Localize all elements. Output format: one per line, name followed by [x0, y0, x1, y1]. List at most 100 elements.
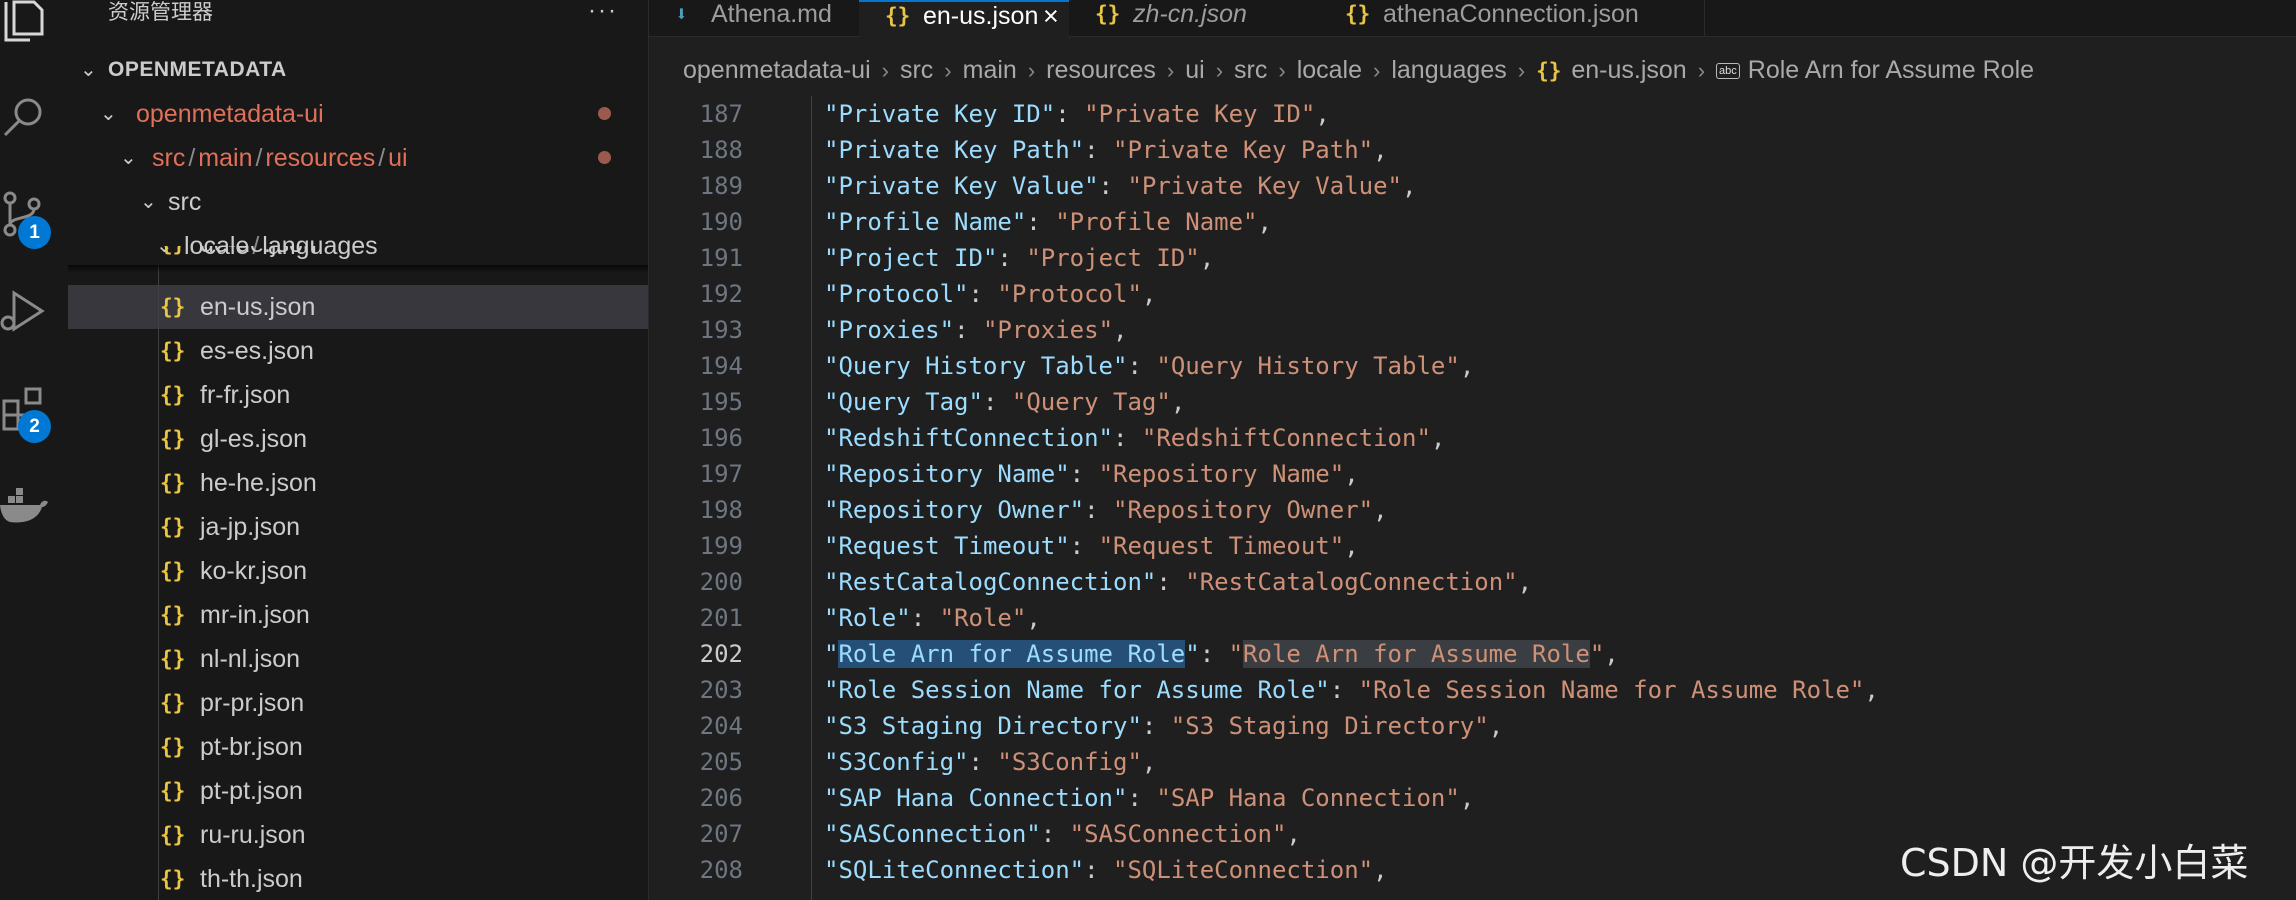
- breadcrumb-item[interactable]: main: [963, 56, 1017, 84]
- breadcrumb-file[interactable]: en-us.json: [1571, 56, 1686, 84]
- tab-athena-md[interactable]: ⬇ Athena.md: [649, 0, 860, 36]
- value-quote: ": [1243, 208, 1258, 236]
- code-editor[interactable]: 187 "Private Key ID": "Private Key ID", 18…: [649, 96, 2296, 900]
- breadcrumb: openmetadata-ui › src › main › resources › ui › sr…: [683, 50, 2034, 90]
- breadcrumb-symbol[interactable]: Role Arn for Assume Role: [1748, 56, 2034, 84]
- breadcrumb-item[interactable]: locale: [1297, 56, 1362, 84]
- markdown-icon: ⬇: [675, 2, 688, 26]
- folder-label: src / main / resources / ui: [152, 144, 408, 172]
- json-value: Private Key Path: [1127, 136, 1359, 164]
- file-item[interactable]: {} de-de.json: [68, 246, 648, 266]
- file-item[interactable]: {} nl-nl.json: [68, 637, 648, 681]
- file-item[interactable]: {} pt-pt.json: [68, 769, 648, 813]
- code-text: "Repository Name": "Repository Name",: [824, 456, 1359, 492]
- code-line[interactable]: 201 "Role": "Role",: [649, 600, 2296, 636]
- code-line[interactable]: 202 "Role Arn for Assume Role": "Role Arn…: [649, 636, 2296, 672]
- file-item[interactable]: {} ko-kr.json: [68, 549, 648, 593]
- code-line[interactable]: 203 "Role Session Name for Assume Role": …: [649, 672, 2296, 708]
- code-line[interactable]: 200 "RestCatalogConnection": "RestCatalog…: [649, 564, 2296, 600]
- code-text: "Query Tag": "Query Tag",: [824, 384, 1185, 420]
- line-number: 205: [699, 748, 743, 776]
- value-quote: ": [1358, 496, 1374, 524]
- json-key: Role: [838, 604, 897, 632]
- file-item[interactable]: {} en-us.json: [68, 285, 648, 329]
- code-line[interactable]: 191 "Project ID": "Project ID",: [649, 240, 2296, 276]
- json-value: Request Timeout: [1113, 532, 1330, 560]
- close-icon[interactable]: ×: [1043, 2, 1059, 30]
- value-quote: ": [1329, 532, 1345, 560]
- breadcrumb-item[interactable]: ui: [1185, 56, 1204, 84]
- file-item[interactable]: {} pr-pr.json: [68, 681, 648, 725]
- code-text: "Role Arn for Assume Role": "Role Arn fo…: [824, 636, 1619, 672]
- breadcrumb-item[interactable]: languages: [1391, 56, 1506, 84]
- json-key: S3Config: [838, 748, 955, 776]
- key-quote: ": [954, 748, 969, 776]
- breadcrumb-item[interactable]: resources: [1046, 56, 1156, 84]
- tree-root-openmetadata[interactable]: ⌄ OPENMETADATA: [68, 48, 648, 92]
- code-line[interactable]: 188 "Private Key Path": "Private Key Path…: [649, 132, 2296, 168]
- code-line[interactable]: 189 "Private Key Value": "Private Key Val…: [649, 168, 2296, 204]
- code-line[interactable]: 197 "Repository Name": "Repository Name",: [649, 456, 2296, 492]
- docker-icon[interactable]: [0, 482, 50, 532]
- tree-folder-openmetadata-ui[interactable]: ⌄ openmetadata-ui: [68, 92, 648, 136]
- code-text: "S3Config": "S3Config",: [824, 744, 1156, 780]
- tab-athenaconnection-json[interactable]: {} athenaConnection.json: [1319, 0, 1705, 36]
- breadcrumb-item[interactable]: src: [900, 56, 933, 84]
- key-quote: ": [824, 208, 839, 236]
- json-icon: {}: [160, 559, 186, 583]
- chevron-down-icon: ⌄: [80, 59, 97, 81]
- tree-folder-src-main-resources-ui[interactable]: ⌄ src / main / resources / ui: [68, 136, 648, 180]
- line-number: 198: [699, 496, 743, 524]
- file-item[interactable]: {} fr-fr.json: [68, 373, 648, 417]
- tab-zh-cn-json[interactable]: {} zh-cn.json: [1069, 0, 1320, 36]
- comma: ,: [1344, 460, 1359, 488]
- file-item[interactable]: {} th-th.json: [68, 857, 648, 900]
- code-line[interactable]: 206 "SAP Hana Connection": "SAP Hana Conn…: [649, 780, 2296, 816]
- code-line[interactable]: 196 "RedshiftConnection": "RedshiftConnec…: [649, 420, 2296, 456]
- colon: :: [954, 316, 983, 344]
- colon: :: [968, 748, 998, 776]
- file-item[interactable]: {} mr-in.json: [68, 593, 648, 637]
- json-key: Private Key ID: [838, 100, 1041, 128]
- value-quote: ": [1011, 604, 1027, 632]
- file-item[interactable]: {} ja-jp.json: [68, 505, 648, 549]
- search-icon[interactable]: [0, 92, 50, 142]
- file-item[interactable]: {} he-he.json: [68, 461, 648, 505]
- breadcrumb-item[interactable]: src: [1234, 56, 1267, 84]
- explorer-sidebar: 资源管理器 ··· ⌄ OPENMETADATA ⌄ openmetadata-…: [68, 0, 649, 900]
- json-key: Private Key Path: [838, 136, 1070, 164]
- file-item[interactable]: {} es-es.json: [68, 329, 648, 373]
- code-line[interactable]: 194 "Query History Table": "Query History…: [649, 348, 2296, 384]
- value-quote: ": [1358, 136, 1374, 164]
- files-icon[interactable]: [0, 0, 50, 50]
- code-line[interactable]: 199 "Request Timeout": "Request Timeout",: [649, 528, 2296, 564]
- comma: ,: [1488, 712, 1504, 740]
- file-label: gl-es.json: [200, 425, 307, 453]
- breadcrumb-item[interactable]: openmetadata-ui: [683, 56, 871, 84]
- code-line[interactable]: 205 "S3Config": "S3Config",: [649, 744, 2296, 780]
- file-item[interactable]: {} ru-ru.json: [68, 813, 648, 857]
- code-line[interactable]: 195 "Query Tag": "Query Tag",: [649, 384, 2296, 420]
- run-debug-icon[interactable]: [0, 287, 50, 337]
- more-actions-button[interactable]: ···: [588, 0, 618, 23]
- json-key: Proxies: [838, 316, 940, 344]
- key-quote: ": [824, 244, 839, 272]
- line-number: 204: [699, 712, 743, 740]
- code-line[interactable]: 187 "Private Key ID": "Private Key ID",: [649, 96, 2296, 132]
- value-quote: ": [1113, 136, 1128, 164]
- code-line[interactable]: 192 "Protocol": "Protocol",: [649, 276, 2296, 312]
- file-item[interactable]: {} gl-es.json: [68, 417, 648, 461]
- value-quote: ": [997, 280, 1012, 308]
- json-icon: {}: [160, 246, 185, 266]
- code-line[interactable]: 193 "Proxies": "Proxies",: [649, 312, 2296, 348]
- tree-folder-src[interactable]: ⌄ src: [68, 180, 648, 224]
- line-number: 196: [699, 424, 743, 452]
- code-line[interactable]: 190 "Profile Name": "Profile Name",: [649, 204, 2296, 240]
- code-line[interactable]: 198 "Repository Owner": "Repository Owner…: [649, 492, 2296, 528]
- key-quote: ": [824, 568, 839, 596]
- file-item[interactable]: {} pt-br.json: [68, 725, 648, 769]
- tab-en-us-json[interactable]: {} en-us.json ×: [859, 0, 1070, 39]
- code-line[interactable]: 204 "S3 Staging Directory": "S3 Staging D…: [649, 708, 2296, 744]
- json-icon: {}: [160, 383, 186, 407]
- key-quote: ": [824, 352, 839, 380]
